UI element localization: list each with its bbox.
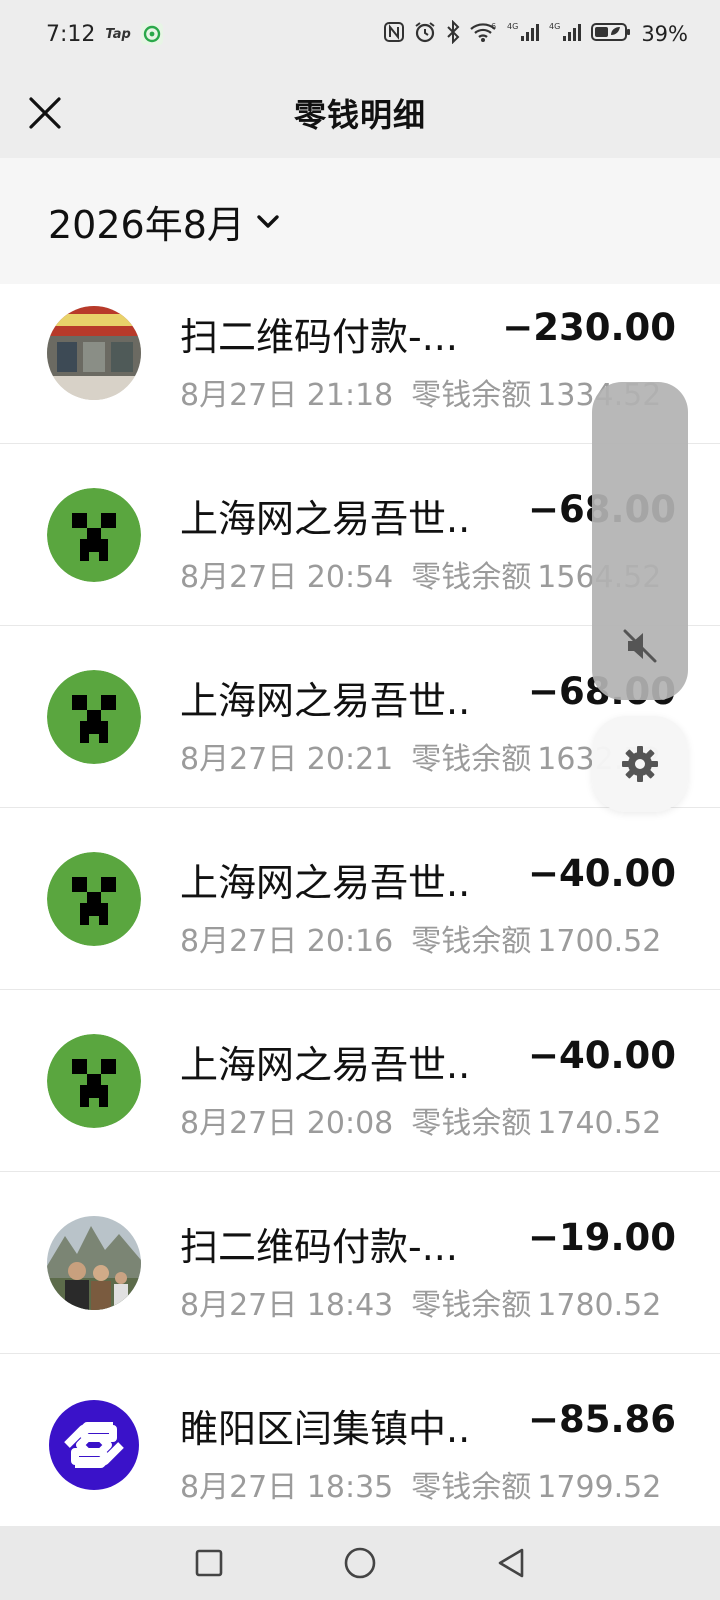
month-selector[interactable]: 2026年8月 (48, 194, 281, 249)
svg-text:4G: 4G (549, 22, 560, 31)
battery-percent: 39% (641, 22, 688, 46)
creeper-avatar (47, 1034, 141, 1128)
bank-logo-avatar (47, 1398, 141, 1492)
creeper-avatar (47, 852, 141, 946)
back-triangle-icon (498, 1548, 524, 1578)
balance-value: 1700.52 (537, 924, 662, 959)
bluetooth-icon (445, 19, 461, 48)
close-button[interactable] (22, 90, 68, 136)
transaction-time: 8月27日 20:16 (180, 924, 394, 959)
transaction-name: 上海网之易吾世... (180, 679, 470, 723)
month-filter-bar: 2026年8月 (0, 158, 720, 284)
home-button[interactable] (337, 1540, 383, 1586)
svg-text:6: 6 (491, 22, 496, 31)
transaction-name: 扫二维码付款-... (180, 315, 458, 359)
mute-icon (623, 629, 657, 663)
system-nav-bar (0, 1526, 720, 1600)
transaction-meta: 8月27日 18:35 零钱余额 1799.52 (180, 1462, 661, 1506)
transaction-meta: 8月27日 20:21零钱余额1632.52 (180, 734, 661, 778)
transaction-amount: −40.00 (527, 1034, 676, 1077)
transaction-amount: −230.00 (502, 306, 676, 349)
signal-4g-icon: 4G (507, 21, 541, 47)
back-button[interactable] (488, 1540, 534, 1586)
merchant-avatar-shop (47, 306, 141, 400)
status-time: 7:12 (46, 21, 96, 47)
transaction-meta: 8月27日 20:54零钱余额1564.52 (180, 552, 661, 596)
gear-icon (622, 746, 658, 782)
transaction-meta: 8月27日 20:16 零钱余额 1700.52 (180, 916, 661, 960)
creeper-avatar (47, 488, 141, 582)
balance-value: 1799.52 (537, 1470, 662, 1505)
status-bar: 7:12 Tap 6 4G 4G 39% (0, 0, 720, 68)
transaction-name: 扫二维码付款-... (180, 1225, 458, 1269)
chevron-down-icon (257, 215, 279, 228)
transaction-amount: −85.86 (527, 1398, 676, 1441)
battery-icon (591, 21, 631, 47)
transaction-time: 8月27日 21:18 (180, 378, 394, 413)
transaction-time: 8月27日 20:21 (180, 742, 394, 777)
transaction-time: 8月27日 18:43 (180, 1288, 394, 1323)
home-circle-icon (344, 1547, 376, 1579)
transaction-time: 8月27日 20:08 (180, 1106, 394, 1141)
transaction-row[interactable]: 上海网之易吾世... −40.00 8月27日 20:16 零钱余额 1700.52 (0, 808, 720, 990)
wifi-icon: 6 (469, 21, 499, 47)
transaction-name: 上海网之易吾世... (180, 861, 470, 905)
transaction-name: 上海网之易吾世... (180, 1043, 470, 1087)
app-notification-icon (140, 23, 163, 45)
transaction-row[interactable]: 睢阳区闫集镇中... −85.86 8月27日 18:35 零钱余额 1799.52 (0, 1354, 720, 1526)
balance-value: 1740.52 (537, 1106, 662, 1141)
month-label: 2026年8月 (48, 202, 245, 247)
title-bar: 零钱明细 (0, 68, 720, 158)
balance-label: 零钱余额 (411, 1106, 532, 1141)
status-left: 7:12 Tap (46, 22, 163, 47)
balance-label: 零钱余额 (411, 742, 532, 777)
alarm-icon (413, 21, 437, 47)
volume-settings-button[interactable] (592, 716, 688, 812)
nfc-icon (383, 21, 405, 47)
transaction-amount: −40.00 (527, 852, 676, 895)
transaction-time: 8月27日 18:35 (180, 1470, 394, 1505)
transaction-amount: −19.00 (527, 1216, 676, 1259)
balance-label: 零钱余额 (411, 1288, 532, 1323)
transaction-time: 8月27日 20:54 (180, 560, 394, 595)
tap-badge: Tap (105, 26, 131, 42)
balance-label: 零钱余额 (411, 924, 532, 959)
transaction-name: 上海网之易吾世... (180, 497, 470, 541)
recents-square-icon (195, 1549, 223, 1577)
signal-4g-icon: 4G (549, 21, 583, 47)
balance-label: 零钱余额 (411, 1470, 532, 1505)
volume-panel[interactable] (592, 382, 688, 700)
transaction-row[interactable]: 扫二维码付款-... −19.00 8月27日 18:43 零钱余额 1780.52 (0, 1172, 720, 1354)
transaction-meta: 8月27日 21:18零钱余额1334.52 (180, 370, 661, 414)
balance-label: 零钱余额 (411, 378, 532, 413)
merchant-avatar-people (47, 1216, 141, 1310)
balance-value: 1780.52 (537, 1288, 662, 1323)
transaction-name: 睢阳区闫集镇中... (180, 1407, 470, 1451)
page-title: 零钱明细 (293, 96, 426, 134)
transaction-meta: 8月27日 18:43 零钱余额 1780.52 (180, 1280, 661, 1324)
recents-button[interactable] (186, 1540, 232, 1586)
balance-label: 零钱余额 (411, 560, 532, 595)
creeper-avatar (47, 670, 141, 764)
transaction-meta: 8月27日 20:08 零钱余额 1740.52 (180, 1098, 661, 1142)
status-right: 6 4G 4G 39% (383, 19, 688, 48)
close-icon (29, 97, 61, 129)
transaction-row[interactable]: 上海网之易吾世... −40.00 8月27日 20:08 零钱余额 1740.52 (0, 990, 720, 1172)
svg-text:4G: 4G (507, 22, 518, 31)
